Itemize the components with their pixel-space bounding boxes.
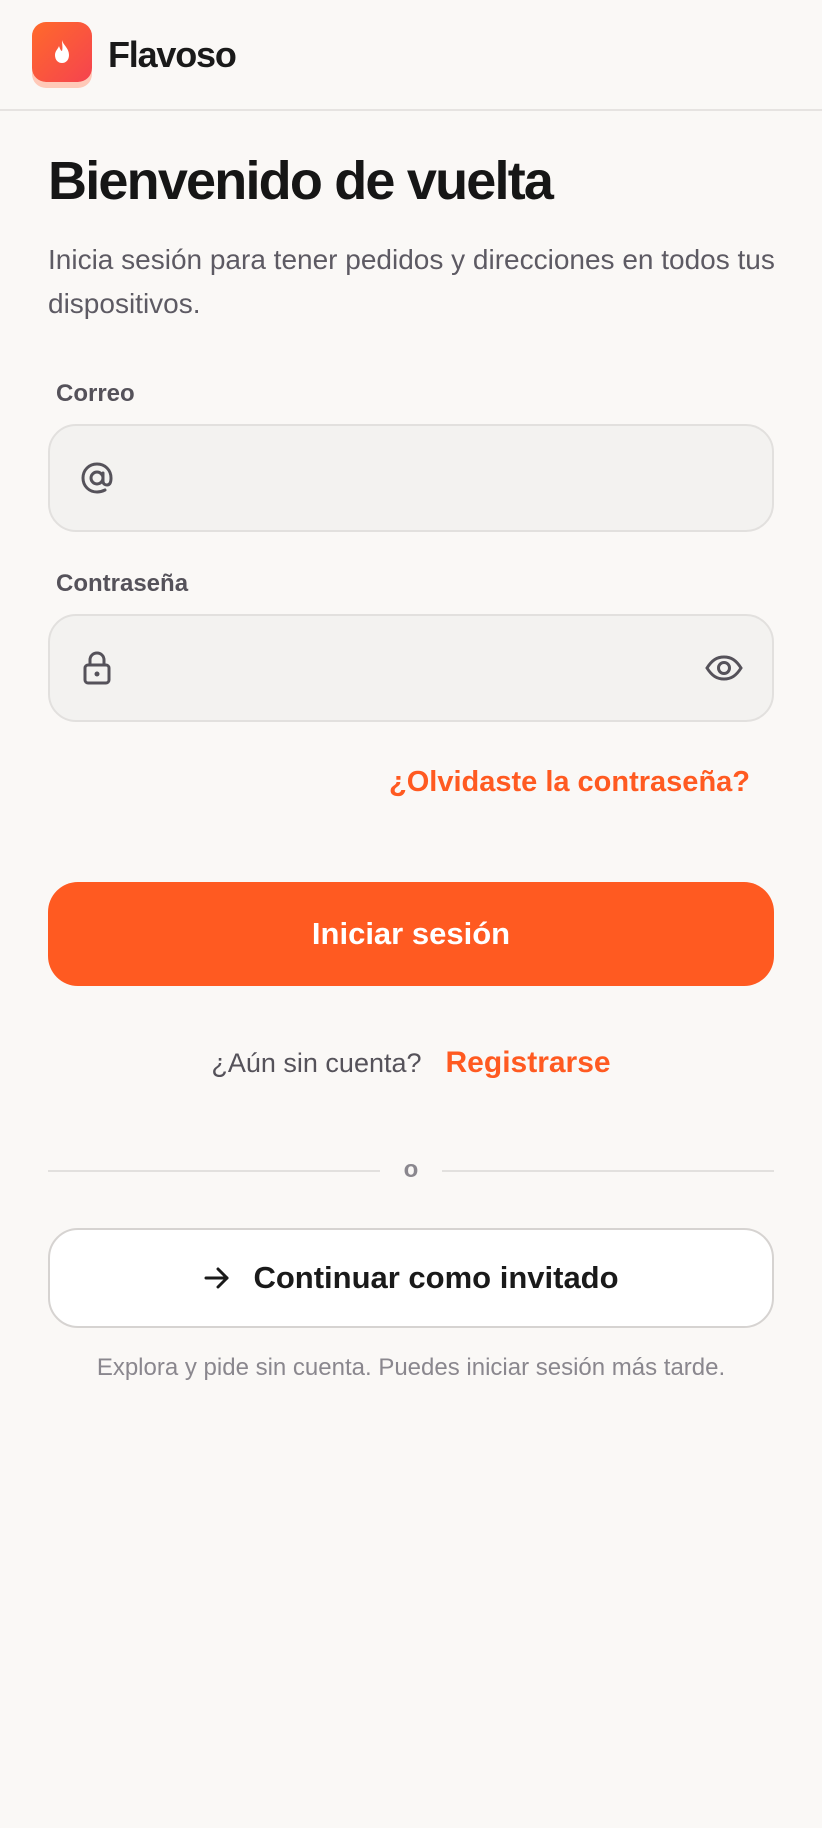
divider-label: o — [403, 1156, 419, 1183]
guest-button-label: Continuar como invitado — [253, 1260, 619, 1295]
page-title: Bienvenido de vuelta — [48, 151, 554, 211]
app-header: Flavoso — [0, 0, 822, 111]
at-sign-icon — [78, 459, 116, 497]
sign-in-button[interactable]: Iniciar sesión — [48, 882, 774, 986]
email-input[interactable] — [116, 426, 744, 530]
flame-icon — [32, 21, 92, 82]
password-field-wrapper — [48, 614, 774, 722]
email-field-wrapper — [48, 424, 774, 532]
email-label: Correo — [56, 380, 135, 407]
register-row: ¿Aún sin cuenta? Registrarse — [0, 1046, 822, 1080]
page-subtitle: Inicia sesión para tener pedidos y direc… — [48, 244, 775, 319]
register-link[interactable]: Registrarse — [446, 1046, 611, 1080]
password-label: Contraseña — [56, 570, 189, 597]
continue-as-guest-button[interactable]: Continuar como invitado — [48, 1228, 774, 1328]
password-input[interactable] — [116, 616, 704, 720]
register-question: ¿Aún sin cuenta? — [211, 1048, 422, 1078]
brand-name: Flavoso — [108, 33, 237, 75]
forgot-password-link[interactable]: ¿Olvidaste la contraseña? — [389, 766, 750, 799]
arrow-right-icon — [203, 1266, 231, 1290]
eye-icon[interactable] — [704, 649, 744, 687]
lock-icon — [78, 649, 116, 687]
guest-note: Explora y pide sin cuenta. Puedes inicia… — [96, 1354, 726, 1381]
